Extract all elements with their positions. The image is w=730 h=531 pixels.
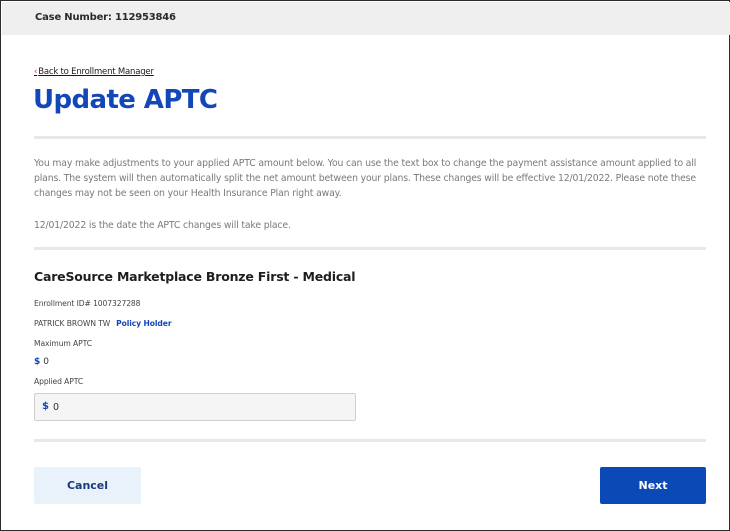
divider (34, 136, 706, 139)
dollar-icon: $ (42, 401, 49, 412)
member-name: PATRICK BROWN TW (34, 319, 111, 328)
divider (34, 439, 706, 442)
case-number: Case Number: 112953846 (35, 12, 176, 23)
back-to-enrollment-link[interactable]: ‹Back to Enrollment Manager (34, 67, 154, 77)
applied-aptc-label: Applied APTC (34, 377, 84, 386)
divider (34, 247, 706, 250)
page-frame: Case Number: 112953846 ‹Back to Enrollme… (0, 0, 730, 531)
cancel-button[interactable]: Cancel (34, 467, 141, 504)
member-row: PATRICK BROWN TW Policy Holder (34, 319, 172, 328)
plan-name: CareSource Marketplace Bronze First - Me… (34, 269, 356, 284)
max-aptc-value: $0 (34, 357, 49, 367)
chevron-left-icon: ‹ (34, 67, 38, 77)
applied-aptc-input[interactable] (53, 398, 343, 417)
back-link-label: Back to Enrollment Manager (38, 67, 154, 77)
max-aptc-amount: 0 (43, 357, 49, 367)
case-header-bar: Case Number: 112953846 (2, 2, 730, 35)
effective-date-note: 12/01/2022 is the date the APTC changes … (34, 220, 291, 231)
next-button[interactable]: Next (600, 467, 706, 504)
max-aptc-label: Maximum APTC (34, 339, 92, 348)
page-title: Update APTC (33, 85, 218, 115)
applied-aptc-field[interactable]: $ (34, 393, 356, 421)
intro-text: You may make adjustments to your applied… (34, 158, 697, 199)
dollar-icon: $ (34, 357, 41, 367)
enrollment-id: Enrollment ID# 1007327288 (34, 299, 141, 308)
policy-holder-link[interactable]: Policy Holder (116, 319, 171, 328)
